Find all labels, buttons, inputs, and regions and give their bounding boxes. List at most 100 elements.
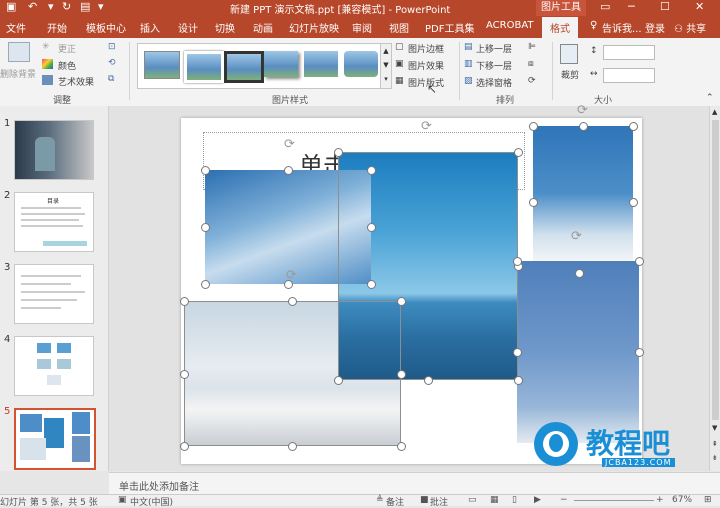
slide-thumbnail-4[interactable] <box>14 336 94 396</box>
resize-handle[interactable] <box>284 166 293 175</box>
resize-handle[interactable] <box>575 269 584 278</box>
resize-handle[interactable] <box>180 442 189 451</box>
slide-thumbnail-1[interactable] <box>14 120 94 180</box>
change-picture-icon[interactable]: ⟲ <box>108 58 116 68</box>
tab-acrobat[interactable]: ACROBAT <box>486 20 534 31</box>
resize-handle[interactable] <box>529 198 538 207</box>
tab-template-center[interactable]: 模板中心 <box>86 20 126 35</box>
resize-handle[interactable] <box>424 376 433 385</box>
align-icon[interactable]: ⊫ <box>528 42 536 52</box>
notes-toggle-button[interactable]: 备注 <box>386 495 404 508</box>
zoom-slider[interactable] <box>574 500 654 501</box>
zoom-in-icon[interactable]: + <box>656 495 664 505</box>
zoom-level[interactable]: 67% <box>672 495 692 505</box>
photo-sky-right[interactable] <box>517 261 639 443</box>
reading-view-icon[interactable]: ▯ <box>512 495 517 505</box>
rotate-handle-icon[interactable]: ⟳ <box>571 230 585 244</box>
tab-view[interactable]: 视图 <box>389 20 409 35</box>
proofing-icon[interactable]: ▣ <box>118 495 127 505</box>
notes-pane[interactable]: 单击此处添加备注 <box>109 472 720 495</box>
tab-design[interactable]: 设计 <box>178 20 198 35</box>
vertical-scrollbar[interactable]: ▲ ▼ ⇞ ⇟ <box>709 106 720 471</box>
width-field[interactable] <box>603 68 655 83</box>
resize-handle[interactable] <box>334 376 343 385</box>
style-thumbnail[interactable] <box>264 51 298 77</box>
compress-pictures-icon[interactable]: ⊡ <box>108 42 116 52</box>
reset-picture-icon[interactable]: ⧉ <box>108 74 114 84</box>
remove-background-button[interactable]: 删除背景 <box>0 67 36 80</box>
style-thumbnail[interactable] <box>184 51 224 83</box>
redo-icon[interactable]: ↻ <box>62 0 71 13</box>
rotate-handle-icon[interactable]: ⟳ <box>421 120 435 134</box>
style-thumbnail[interactable] <box>224 51 264 83</box>
resize-handle[interactable] <box>513 257 522 266</box>
group-icon[interactable]: ⧈ <box>528 59 534 69</box>
crop-button[interactable]: 裁剪 <box>561 68 579 81</box>
slide-canvas[interactable]: 单击此处添加标题 ⟳ ⟳ ⟳ ⟳ ⟳ <box>180 104 644 464</box>
resize-handle[interactable] <box>180 297 189 306</box>
selection-pane-button[interactable]: 选择窗格 <box>476 76 512 89</box>
scroll-down-icon[interactable]: ▼ <box>712 424 717 432</box>
minimize-icon[interactable]: ─ <box>628 0 635 13</box>
maximize-icon[interactable]: ☐ <box>660 0 670 13</box>
ribbon-display-icon[interactable]: ▭ <box>600 0 610 13</box>
rotate-handle-icon[interactable]: ⟳ <box>284 138 298 152</box>
resize-handle[interactable] <box>397 370 406 379</box>
resize-handle[interactable] <box>513 348 522 357</box>
tell-me-search[interactable]: 告诉我... <box>602 20 642 35</box>
resize-handle[interactable] <box>180 370 189 379</box>
resize-handle[interactable] <box>635 257 644 266</box>
save-icon[interactable]: ▣ <box>6 0 16 13</box>
tab-insert[interactable]: 插入 <box>140 20 160 35</box>
slide-thumbnail-2[interactable]: 目录 <box>14 192 94 252</box>
picture-effects-button[interactable]: 图片效果 <box>408 59 444 72</box>
resize-handle[interactable] <box>367 166 376 175</box>
resize-handle[interactable] <box>529 122 538 131</box>
resize-handle[interactable] <box>629 198 638 207</box>
resize-handle[interactable] <box>334 148 343 157</box>
resize-handle[interactable] <box>514 376 523 385</box>
resize-handle[interactable] <box>201 280 210 289</box>
prev-slide-icon[interactable]: ⇞ <box>712 440 718 448</box>
login-link[interactable]: 登录 <box>645 20 665 35</box>
tab-pdf-tools[interactable]: PDF工具集 <box>425 20 474 35</box>
resize-handle[interactable] <box>367 223 376 232</box>
resize-handle[interactable] <box>201 166 210 175</box>
resize-handle[interactable] <box>635 348 644 357</box>
height-field[interactable] <box>603 45 655 60</box>
comments-toggle-button[interactable]: 批注 <box>430 495 448 508</box>
slide-thumbnail-3[interactable] <box>14 264 94 324</box>
style-thumbnail[interactable] <box>144 51 180 79</box>
slide-thumbnail-5-selected[interactable] <box>14 408 96 470</box>
resize-handle[interactable] <box>514 148 523 157</box>
style-thumbnail[interactable] <box>344 51 378 77</box>
close-icon[interactable]: ✕ <box>695 0 704 13</box>
rotate-icon[interactable]: ⟳ <box>528 76 536 86</box>
artistic-effects-button[interactable]: 艺术效果 <box>58 75 94 88</box>
resize-handle[interactable] <box>288 297 297 306</box>
resize-handle[interactable] <box>629 122 638 131</box>
fit-slide-icon[interactable]: ⊞ <box>704 495 712 505</box>
tab-slideshow[interactable]: 幻灯片放映 <box>289 20 339 35</box>
notes-placeholder[interactable]: 单击此处添加备注 <box>119 478 199 493</box>
present-icon[interactable]: ▤ <box>80 0 90 13</box>
tab-animations[interactable]: 动画 <box>253 20 273 35</box>
picture-layout-button[interactable]: 图片版式 <box>408 76 444 89</box>
language-indicator[interactable]: 中文(中国) <box>130 495 173 508</box>
corrections-button[interactable]: 更正 <box>58 42 76 55</box>
style-thumbnail[interactable] <box>304 51 338 77</box>
resize-handle[interactable] <box>397 442 406 451</box>
zoom-out-icon[interactable]: − <box>560 495 568 505</box>
resize-handle[interactable] <box>288 442 297 451</box>
picture-border-button[interactable]: 图片边框 <box>408 42 444 55</box>
gallery-scroll[interactable]: ▲ ▼ ▾ <box>380 43 392 89</box>
share-button[interactable]: ⚇ 共享 <box>674 20 706 35</box>
collapse-ribbon-icon[interactable]: ⌃ <box>706 93 714 103</box>
slide-sorter-icon[interactable]: ▦ <box>490 495 499 505</box>
customize-qa-icon[interactable]: ▾ <box>98 0 104 13</box>
next-slide-icon[interactable]: ⇟ <box>712 454 718 462</box>
scroll-thumb[interactable] <box>712 120 719 420</box>
tab-home[interactable]: 开始 <box>47 20 67 35</box>
rotate-handle-icon[interactable]: ⟳ <box>577 104 591 118</box>
resize-handle[interactable] <box>201 223 210 232</box>
